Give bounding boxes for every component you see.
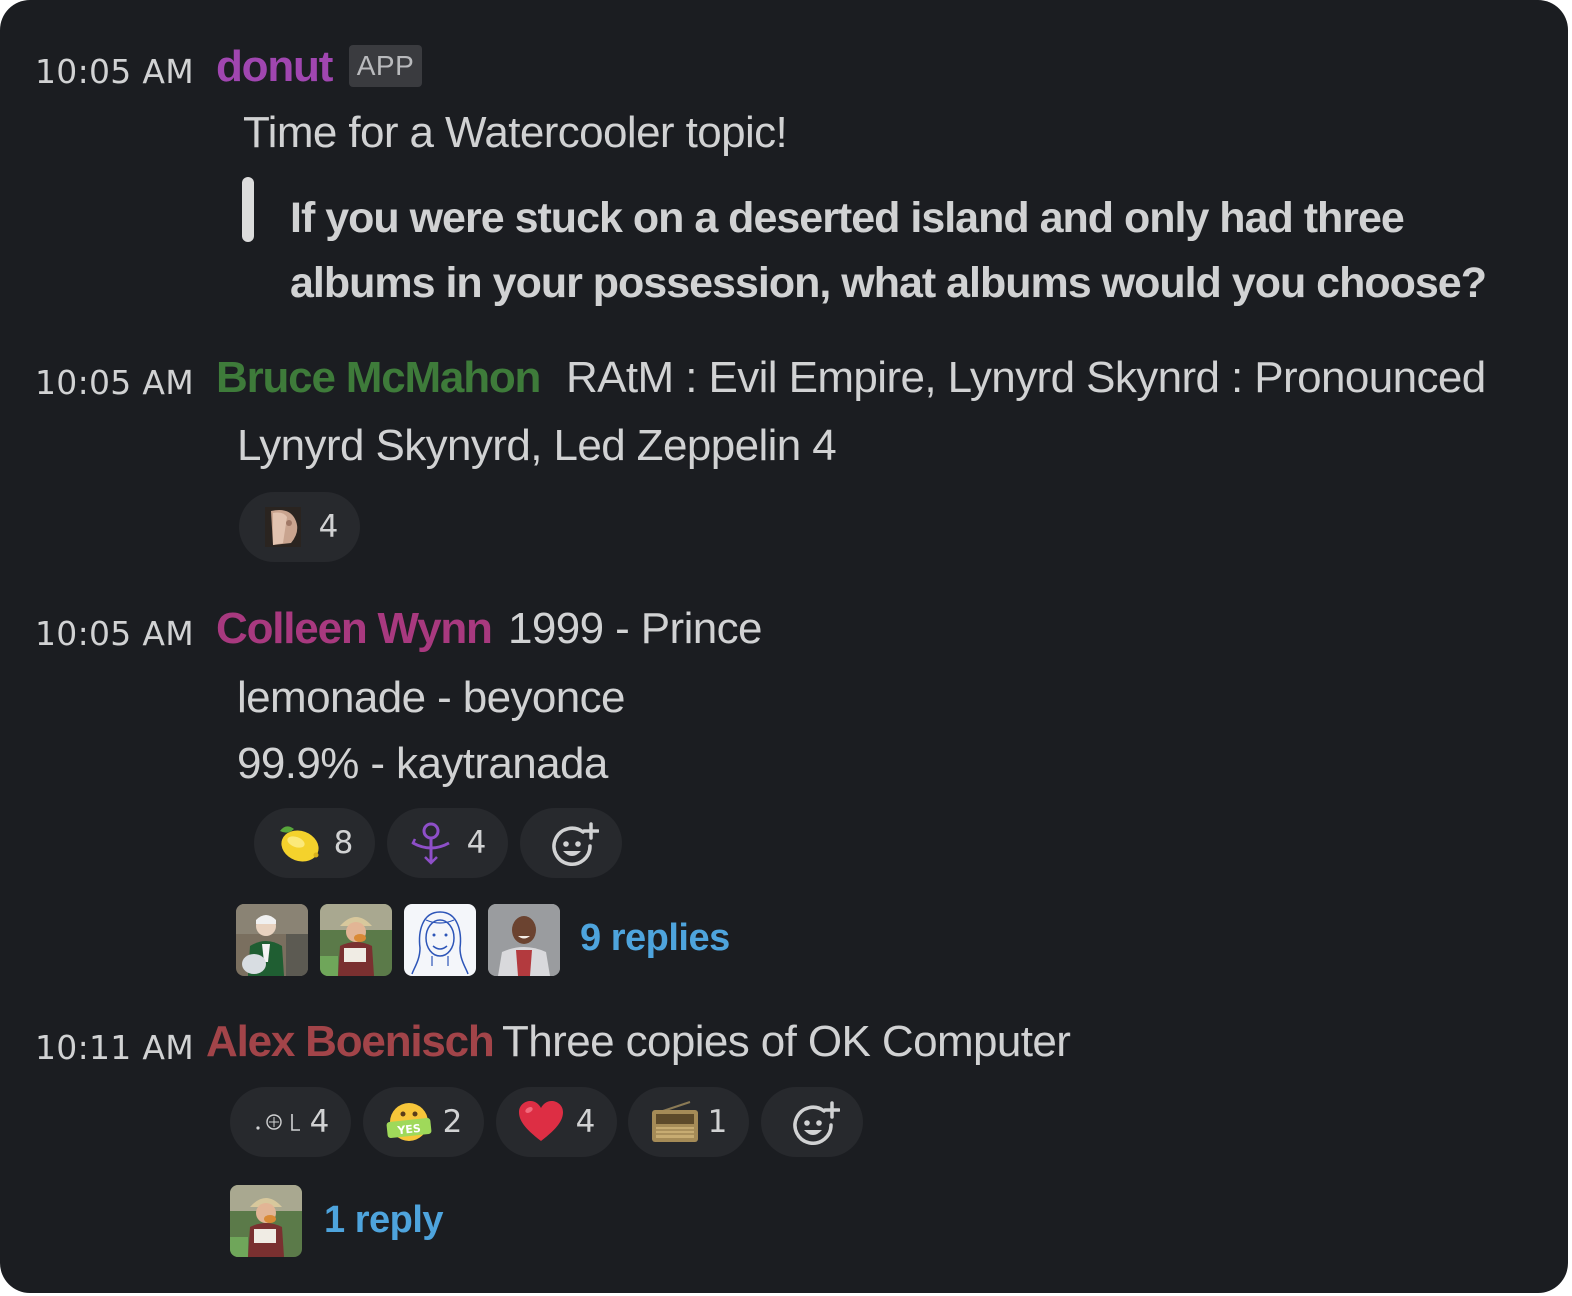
thread-replies-link[interactable]: 9 replies [580, 917, 730, 960]
author-name[interactable]: Colleen Wynn [216, 604, 493, 654]
reaction-yes-sign[interactable]: YES 2 [363, 1087, 484, 1157]
reaction-count: 1 [707, 1104, 728, 1140]
reaction-face-avatar[interactable]: 4 [239, 492, 360, 562]
thread-replies-link[interactable]: 1 reply [324, 1199, 444, 1242]
reaction-count: 2 [442, 1104, 463, 1140]
author-name[interactable]: Bruce McMahon [216, 353, 541, 403]
thread-participant-avatar[interactable] [404, 904, 476, 976]
lemon-emoji [276, 821, 320, 865]
yes-sign-emoji: YES [385, 1100, 432, 1144]
message-text: RAtM : Evil Empire, Lynyrd Skynrd : Pron… [566, 353, 1486, 402]
message-timestamp[interactable]: 10:05 AM [35, 614, 194, 653]
reaction-count: 4 [575, 1104, 596, 1140]
thread-participant-avatar[interactable] [230, 1185, 302, 1257]
reaction-count: 8 [333, 825, 354, 861]
message-text: 1999 - Prince [508, 604, 763, 653]
reaction-heart[interactable]: 4 [496, 1087, 617, 1157]
add-reaction-icon [790, 1100, 841, 1145]
message-timestamp[interactable]: 10:05 AM [35, 52, 194, 91]
reaction-count: 4 [318, 509, 339, 545]
quote-bar [242, 177, 254, 242]
face-avatar-emoji [261, 505, 305, 549]
author-name[interactable]: donut [216, 42, 333, 92]
reaction-ok-computer[interactable]: 4 [230, 1087, 351, 1157]
svg-text:YES: YES [395, 1122, 421, 1137]
app-badge: APP [349, 45, 422, 87]
message-text: Three copies of OK Computer [502, 1017, 1071, 1066]
reaction-count: 4 [466, 825, 487, 861]
thread-participant-avatar[interactable] [320, 904, 392, 976]
message-list: 10:05 AM donut APP Time for a Watercoole… [0, 0, 1568, 1293]
quote-text: If you were stuck on a deserted island a… [290, 194, 1487, 307]
radio-emoji [650, 1100, 698, 1144]
message-text: lemonade - beyonce [237, 673, 626, 722]
message-timestamp[interactable]: 10:11 AM [35, 1028, 194, 1067]
reaction-prince-symbol[interactable]: 4 [387, 808, 508, 878]
reaction-radio[interactable]: 1 [628, 1087, 749, 1157]
thread-participant-avatar[interactable] [488, 904, 560, 976]
message-timestamp[interactable]: 10:05 AM [35, 363, 194, 402]
add-reaction-button[interactable] [520, 808, 622, 878]
heart-emoji [518, 1100, 563, 1144]
thread-participant-avatar[interactable] [236, 904, 308, 976]
reaction-count: 4 [309, 1104, 330, 1140]
add-reaction-icon [549, 821, 600, 866]
author-name[interactable]: Alex Boenisch [206, 1017, 495, 1067]
message-text: Time for a Watercooler topic! [243, 108, 788, 157]
message-text: Lynyrd Skynyrd, Led Zeppelin 4 [237, 421, 837, 470]
reaction-lemon[interactable]: 8 [254, 808, 375, 878]
message-text: 99.9% - kaytranada [237, 739, 608, 788]
add-reaction-button[interactable] [761, 1087, 863, 1157]
prince-symbol-emoji [409, 821, 453, 865]
ok-computer-emoji [252, 1100, 300, 1144]
